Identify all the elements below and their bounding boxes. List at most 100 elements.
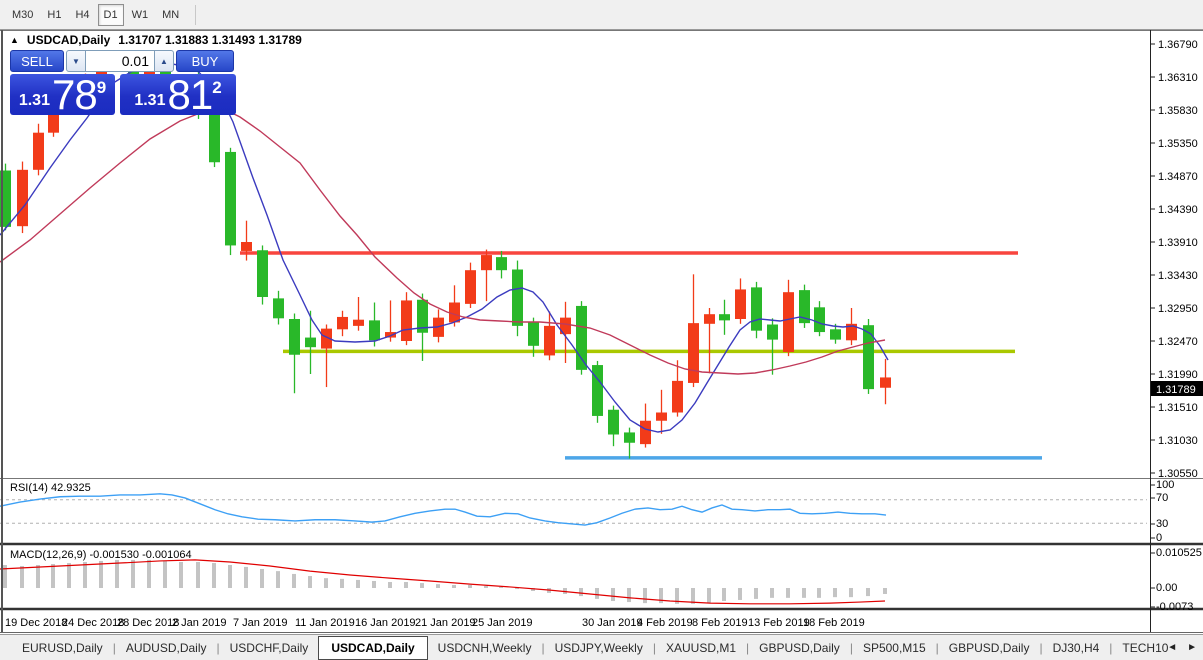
candle [225, 148, 236, 255]
tab-usdcad-daily[interactable]: USDCAD,Daily [318, 636, 427, 660]
timeframe-button-w1[interactable]: W1 [126, 4, 155, 26]
rsi-axis-label: 0 [1156, 532, 1162, 544]
timeframe-button-h4[interactable]: H4 [69, 4, 95, 26]
macd-histogram-bar [579, 588, 583, 596]
tab-gbpusd-daily[interactable]: GBPUSD,Daily [939, 638, 1040, 658]
lot-decrease-button[interactable]: ▼ [66, 50, 86, 72]
tabs-scroll-right-icon[interactable]: ► [1187, 642, 1197, 653]
buy-price-tile[interactable]: 1.31812 [120, 74, 236, 115]
candle [17, 162, 28, 234]
lot-size-input[interactable]: 0.01 [86, 50, 154, 72]
macd-axis-label: 0.00 [1156, 582, 1177, 594]
macd-histogram-bar [372, 581, 376, 588]
candle [257, 245, 268, 304]
tab-dj30-h4[interactable]: DJ30,H4 [1043, 638, 1110, 658]
price-axis-label: 1.31510 [1158, 402, 1198, 414]
price-axis-label: 1.31990 [1158, 369, 1198, 381]
rsi-axis-label: 30 [1156, 518, 1168, 530]
rsi-axis-label: 100 [1156, 479, 1174, 491]
timeframe-button-d1[interactable]: D1 [98, 4, 124, 26]
sell-price-big: 78 [52, 74, 97, 115]
macd-histogram-bar [115, 560, 119, 588]
macd-histogram-bar [356, 580, 360, 588]
macd-histogram-bar [260, 569, 264, 588]
macd-histogram-bar [163, 561, 167, 588]
macd-histogram-bar [595, 588, 599, 599]
price-axis-label: 1.33430 [1158, 270, 1198, 282]
price-axis-label: 1.31030 [1158, 435, 1198, 447]
tab-usdchf-daily[interactable]: USDCHF,Daily [220, 638, 319, 658]
chart-symbol-label: USDCAD,Daily [27, 33, 110, 47]
tab-sp500-m15[interactable]: SP500,M15 [853, 638, 936, 658]
chart-title: ▲ USDCAD,Daily 1.31707 1.31883 1.31493 1… [10, 33, 302, 47]
tabs-scroll-left-icon[interactable]: ◄ [1167, 642, 1177, 653]
price-axis-label: 1.32470 [1158, 336, 1198, 348]
macd-histogram-bar [324, 578, 328, 588]
symbol-tabbar: EURUSD,Daily|AUDUSD,Daily|USDCHF,DailyUS… [0, 634, 1203, 660]
tab-xauusd-m1[interactable]: XAUUSD,M1 [656, 638, 746, 658]
arrow-down-icon: ▼ [72, 57, 80, 66]
macd-histogram-bar [196, 562, 200, 588]
macd-histogram-bar [643, 588, 647, 603]
macd-histogram-bar [883, 588, 887, 594]
macd-histogram-bar [627, 588, 631, 602]
macd-histogram-bar [20, 566, 24, 588]
tab-gbpusd-daily[interactable]: GBPUSD,Daily [749, 638, 850, 658]
date-axis-label: 18 Feb 2019 [803, 617, 865, 629]
sell-button[interactable]: SELL [10, 50, 64, 72]
date-axis-label: 7 Jan 2019 [233, 617, 287, 629]
candle [512, 261, 523, 337]
price-axis-label: 1.34390 [1158, 204, 1198, 216]
tab-usdcnh-weekly[interactable]: USDCNH,Weekly [428, 638, 542, 658]
macd-histogram-bar [866, 588, 870, 596]
price-axis-label: 1.32950 [1158, 303, 1198, 315]
date-axis-label: 28 Dec 2018 [117, 617, 179, 629]
buy-button[interactable]: BUY [176, 50, 234, 72]
macd-histogram-bar [388, 582, 392, 588]
macd-histogram-bar [452, 585, 456, 588]
rsi-label: RSI(14) 42.9325 [10, 482, 91, 494]
rsi-value: 42.9325 [51, 482, 91, 494]
macd-histogram-bar [179, 562, 183, 588]
sell-price-sup: 9 [97, 78, 106, 98]
date-axis-label: 25 Jan 2019 [472, 617, 533, 629]
collapse-arrow-icon[interactable]: ▲ [10, 33, 19, 47]
date-axis-label: 2 Jan 2019 [172, 617, 226, 629]
sell-price-tile[interactable]: 1.31789 [10, 74, 115, 115]
macd-histogram-bar [817, 588, 821, 598]
date-axis-label: 13 Feb 2019 [748, 617, 810, 629]
lot-increase-button[interactable]: ▲ [154, 50, 174, 72]
macd-histogram-bar [308, 576, 312, 588]
price-axis-label: 1.36310 [1158, 72, 1198, 84]
macd-histogram-bar [499, 587, 503, 588]
buy-price-big: 81 [167, 74, 212, 115]
current-price-value: 1.31789 [1156, 384, 1196, 396]
macd-histogram-bar [802, 588, 806, 598]
macd-histogram-bar [754, 588, 758, 599]
price-axis-label: 1.35350 [1158, 138, 1198, 150]
macd-histogram-bar [83, 562, 87, 588]
tab-usdjpy-weekly[interactable]: USDJPY,Weekly [545, 638, 653, 658]
timeframe-button-h1[interactable]: H1 [41, 4, 67, 26]
macd-axis-label: -0.0073 [1156, 601, 1193, 613]
macd-histogram-bar [147, 560, 151, 588]
macd-histogram-bar [212, 563, 216, 588]
macd-histogram-bar [436, 584, 440, 588]
macd-histogram-bar [244, 567, 248, 588]
timeframe-button-m30[interactable]: M30 [6, 4, 39, 26]
arrow-up-icon: ▲ [160, 57, 168, 66]
date-axis-label: 16 Jan 2019 [355, 617, 416, 629]
macd-histogram-bar [36, 565, 40, 588]
macd-label: MACD(12,26,9) -0.001530 -0.001064 [10, 549, 192, 561]
macd-histogram-bar [292, 574, 296, 588]
tab-eurusd-daily[interactable]: EURUSD,Daily [12, 638, 113, 658]
price-axis-label: 1.33910 [1158, 237, 1198, 249]
date-axis-label: 30 Jan 2019 [582, 617, 643, 629]
date-axis-label: 11 Jan 2019 [295, 617, 355, 629]
date-axis-label: 8 Feb 2019 [692, 617, 748, 629]
date-axis-label: 4 Feb 2019 [637, 617, 693, 629]
tab-audusd-daily[interactable]: AUDUSD,Daily [116, 638, 217, 658]
macd-histogram-bar [611, 588, 615, 601]
macd-histogram-bar [228, 565, 232, 588]
timeframe-button-mn[interactable]: MN [156, 4, 185, 26]
